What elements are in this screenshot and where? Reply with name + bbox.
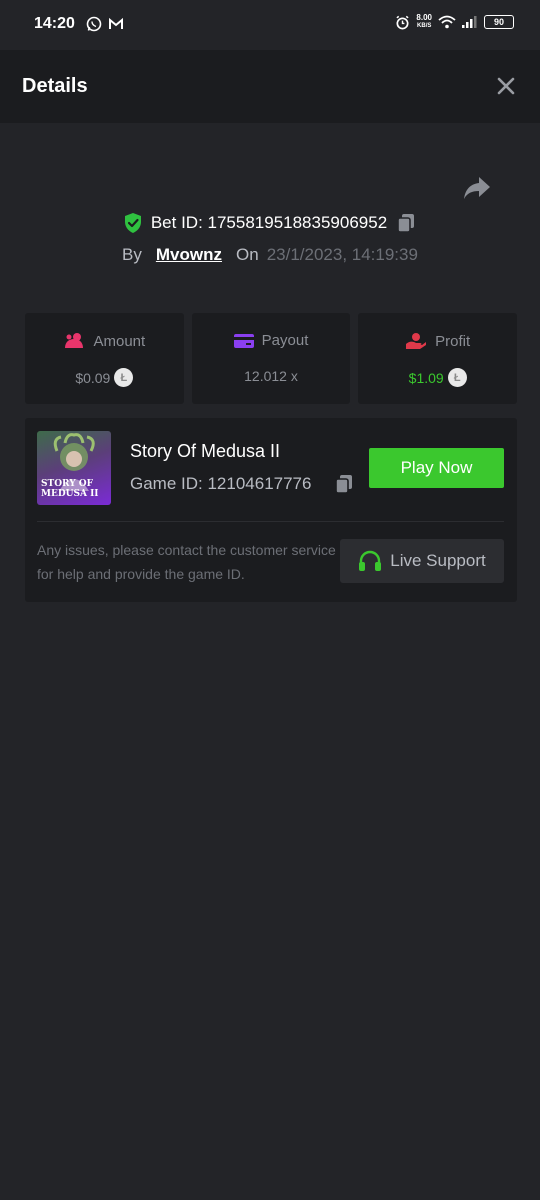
amount-header: Amount [25,332,184,350]
username-link[interactable]: Mvownz [156,245,222,265]
status-bar: 14:20 8.00 KB/S 90 [0,0,540,50]
thumbnail-title: STORY OF MEDUSA II [41,479,99,499]
wifi-icon [438,15,456,29]
profit-header: Profit [358,332,517,350]
amount-label: Amount [93,332,146,350]
litecoin-icon: Ł [447,368,467,387]
shield-check-icon [124,213,141,233]
status-time: 14:20 [34,15,75,32]
payout-value-row: 12.012 x [192,368,351,384]
amount-value-row: $0.09 Ł [25,368,184,387]
copy-icon[interactable] [333,473,355,495]
amount-icon [65,333,84,348]
whatsapp-icon [86,16,102,32]
share-icon[interactable] [462,174,492,202]
speed-unit: KB/S [417,23,432,29]
status-left-icons [86,16,124,32]
bet-id-row: Bet ID: 1755819518835906952 [0,212,540,234]
bet-date: 23/1/2023, 14:19:39 [266,245,418,264]
profit-hand-icon [406,333,427,349]
thumbnail-title-line2: MEDUSA II [41,489,99,499]
copy-icon[interactable] [395,212,417,234]
live-support-label: Live Support [390,551,486,570]
payout-label: Payout [261,332,309,349]
on-label: On [236,245,259,264]
game-name: Story Of Medusa II [130,441,281,461]
litecoin-icon: Ł [114,368,134,387]
play-now-button[interactable]: Play Now [369,448,504,488]
payout-value: 12.012 x [244,368,298,384]
profit-value: $1.09 [408,369,444,386]
network-speed: 8.00 KB/S [416,14,432,30]
bet-id-text: Bet ID: 1755819518835906952 [150,213,388,232]
details-header: Details [0,50,540,123]
by-label: By [122,245,142,264]
divider [37,521,504,522]
close-icon[interactable] [494,74,518,98]
live-support-button[interactable]: Live Support [340,539,504,583]
payout-card: Payout 12.012 x [191,313,351,404]
bet-meta-row: By Mvownz On 23/1/2023, 14:19:39 [0,245,540,265]
game-id: Game ID: 12104617776 [130,474,312,493]
help-text: Any issues, please contact the customer … [37,542,336,582]
status-right-icons: 8.00 KB/S 90 [395,14,514,30]
signal-icon [462,16,477,28]
payout-header: Payout [192,332,351,349]
battery-icon: 90 [484,15,514,29]
headset-icon [359,550,382,571]
amount-card: Amount $0.09 Ł [25,313,184,404]
profit-value-row: $1.09 Ł [358,368,517,387]
gmail-icon [109,17,123,29]
game-thumbnail[interactable]: STORY OF MEDUSA II [37,431,111,505]
speed-value: 8.00 [416,13,432,22]
thumbnail-title-line1: STORY OF [41,479,94,489]
bet-stats: Amount $0.09 Ł Payout 12.012 x Profit $1… [25,313,518,404]
page-title: Details [22,75,88,97]
alarm-icon [396,15,409,29]
amount-value: $0.09 [75,369,111,386]
profit-card: Profit $1.09 Ł [358,313,518,404]
game-card: STORY OF MEDUSA II Story Of Medusa II Ga… [25,418,517,602]
payout-card-icon [233,333,254,348]
profit-label: Profit [435,332,471,350]
